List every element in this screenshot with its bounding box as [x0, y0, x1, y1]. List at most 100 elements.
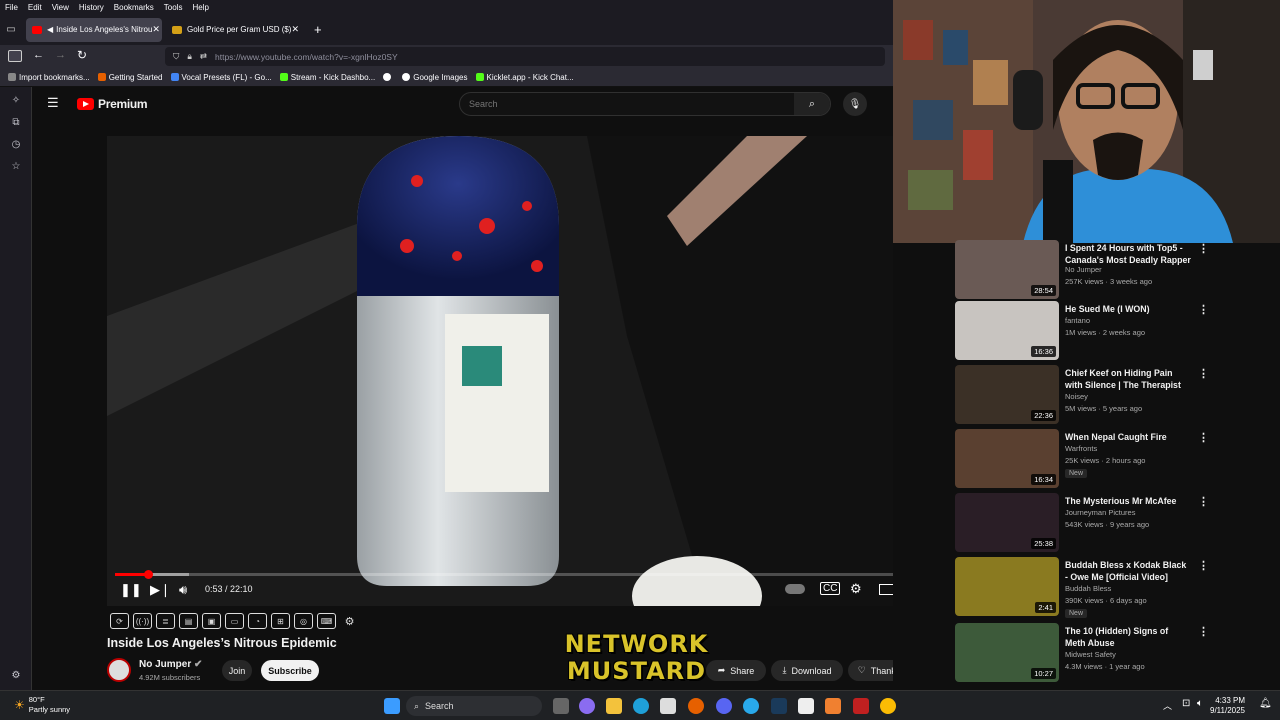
bookmark-google-images[interactable]: Google Images: [402, 73, 468, 82]
video-thumbnail[interactable]: 2:41: [955, 557, 1059, 616]
join-button[interactable]: Join: [222, 660, 252, 681]
url-text[interactable]: https://www.youtube.com/watch?v=-xgnlHoz…: [215, 52, 398, 62]
recommended-video[interactable]: 16:34 When Nepal Caught Fire Warfronts 2…: [955, 429, 1265, 493]
discord-icon[interactable]: [716, 698, 732, 714]
sidebar-toggle-icon[interactable]: [8, 50, 22, 62]
telegram-icon[interactable]: [743, 698, 759, 714]
rec-title[interactable]: He Sued Me (I WON): [1065, 303, 1191, 315]
recommended-video[interactable]: 28:54 I Spent 24 Hours with Top5 - Canad…: [955, 240, 1265, 304]
rec-channel[interactable]: Midwest Safety: [1065, 650, 1116, 659]
voice-search-button[interactable]: 🎙︎: [843, 92, 867, 116]
more-options-icon[interactable]: ⋮: [1198, 559, 1209, 572]
close-tab-icon[interactable]: ✕: [291, 24, 299, 35]
system-clock[interactable]: 4:33 PM 9/11/2025: [1210, 696, 1245, 716]
menu-view[interactable]: View: [47, 3, 74, 12]
more-options-icon[interactable]: ⋮: [1198, 495, 1209, 508]
recommended-video[interactable]: 2:41 Buddah Bless x Kodak Black - Owe Me…: [955, 557, 1265, 621]
more-options-icon[interactable]: ⋮: [1198, 431, 1209, 444]
network-icon[interactable]: ⊡: [1182, 698, 1190, 709]
rec-title[interactable]: The 10 (Hidden) Signs of Meth Abuse: [1065, 625, 1191, 649]
history-icon[interactable]: ◷: [10, 139, 22, 151]
rec-channel[interactable]: Journeyman Pictures: [1065, 508, 1135, 517]
taskbar-search[interactable]: ⌕ Search: [406, 696, 542, 716]
app-a-icon[interactable]: [825, 698, 841, 714]
recommended-video[interactable]: 10:27 The 10 (Hidden) Signs of Meth Abus…: [955, 623, 1265, 687]
youtube-logo[interactable]: Premium: [77, 97, 148, 111]
video-thumbnail[interactable]: 10:27: [955, 623, 1059, 682]
copilot-icon[interactable]: [579, 698, 595, 714]
rec-title[interactable]: Buddah Bless x Kodak Black - Owe Me [Off…: [1065, 559, 1191, 583]
tray-chevron-icon[interactable]: ︿: [1163, 699, 1172, 712]
url-bar[interactable]: ⛉ 🔒︎ ⇄ https://www.youtube.com/watch?v=-…: [165, 47, 885, 66]
search-button[interactable]: ⌕: [794, 93, 830, 115]
speaker-tray-icon[interactable]: 🔈︎: [1197, 698, 1203, 709]
video-thumbnail[interactable]: 16:36: [955, 301, 1059, 360]
progress-bar[interactable]: [115, 570, 932, 579]
back-icon[interactable]: ←: [33, 49, 44, 61]
firefox-taskbar-icon[interactable]: [688, 698, 704, 714]
video-thumbnail[interactable]: 25:38: [955, 493, 1059, 552]
speed-icon[interactable]: ◔: [248, 613, 267, 629]
menu-edit[interactable]: Edit: [23, 3, 47, 12]
video-thumbnail[interactable]: 28:54: [955, 240, 1059, 299]
hamburger-menu-icon[interactable]: ☰: [47, 95, 59, 111]
more-options-icon[interactable]: ⋮: [1198, 367, 1209, 380]
rec-channel[interactable]: Buddah Bless: [1065, 584, 1111, 593]
recommended-video[interactable]: 16:36 He Sued Me (I WON) fantano 1M view…: [955, 301, 1265, 365]
file-explorer-icon[interactable]: [606, 698, 622, 714]
lock-icon[interactable]: 🔒︎: [187, 51, 192, 62]
close-tab-icon[interactable]: ✕: [152, 24, 160, 35]
rec-title[interactable]: The Mysterious Mr McAfee: [1065, 495, 1191, 507]
speaker-icon[interactable]: ◀: [47, 25, 53, 34]
download-button[interactable]: ⤓ Download: [771, 660, 843, 681]
tab-gold-price[interactable]: Gold Price per Gram USD ($) ✕: [166, 18, 302, 42]
video-thumbnail[interactable]: 16:34: [955, 429, 1059, 488]
menu-help[interactable]: Help: [187, 3, 213, 12]
next-icon[interactable]: ▶❘: [150, 582, 171, 598]
rec-channel[interactable]: fantano: [1065, 316, 1090, 325]
bookmark-kicklet[interactable]: Kicklet.app - Kick Chat...: [475, 73, 574, 82]
menu-tools[interactable]: Tools: [159, 3, 188, 12]
shield-icon[interactable]: ⛉: [173, 51, 179, 62]
cinema-icon[interactable]: ▤: [179, 613, 198, 629]
chrome-icon[interactable]: [880, 698, 896, 714]
obs-icon[interactable]: [798, 698, 814, 714]
mini-player-icon[interactable]: ▣: [202, 613, 221, 629]
bookmark-import[interactable]: Import bookmarks...: [8, 73, 90, 82]
autoplay-toggle[interactable]: [785, 584, 805, 594]
store-icon[interactable]: [660, 698, 676, 714]
forward-icon[interactable]: →: [55, 49, 66, 61]
captions-icon[interactable]: CC: [820, 582, 841, 595]
search-input[interactable]: [460, 99, 794, 109]
windows-start-icon[interactable]: [384, 698, 400, 714]
settings-gear-icon[interactable]: ⚙: [10, 670, 22, 682]
recommended-video[interactable]: 22:36 Chief Keef on Hiding Pain with Sil…: [955, 365, 1265, 429]
loop-icon[interactable]: ⟳: [110, 613, 129, 629]
scrubber-handle[interactable]: [143, 570, 153, 579]
bookmarks-star-icon[interactable]: ☆: [10, 161, 22, 173]
rec-title[interactable]: Chief Keef on Hiding Pain with Silence |…: [1065, 367, 1191, 391]
subtitles-icon[interactable]: ▭: [225, 613, 244, 629]
reload-icon[interactable]: ↻: [77, 48, 87, 62]
frame-icon[interactable]: ⊞: [271, 613, 290, 629]
bookmark-kick-dashboard[interactable]: Stream - Kick Dashbo...: [279, 73, 375, 82]
bookmark-s[interactable]: [383, 73, 394, 81]
menu-file[interactable]: File: [0, 3, 23, 12]
more-options-icon[interactable]: ⋮: [1198, 625, 1209, 638]
notification-bell-icon[interactable]: 🔔︎: [1259, 698, 1272, 709]
new-tab-icon[interactable]: +: [314, 22, 322, 37]
screenshot-icon[interactable]: ◎: [294, 613, 313, 629]
bookmark-getting-started[interactable]: Getting Started: [97, 73, 163, 82]
channel-avatar[interactable]: [107, 658, 131, 682]
weather-widget[interactable]: ☀ 80°F Partly sunny: [14, 695, 70, 715]
pause-icon[interactable]: ❚❚: [120, 582, 142, 598]
rec-title[interactable]: When Nepal Caught Fire: [1065, 431, 1191, 443]
app-dzl-icon[interactable]: [853, 698, 869, 714]
bookmark-vocal-presets[interactable]: Vocal Presets (FL) - Go...: [170, 73, 272, 82]
task-view-icon[interactable]: [553, 698, 569, 714]
rec-channel[interactable]: No Jumper: [1065, 265, 1102, 274]
rec-channel[interactable]: Noisey: [1065, 392, 1088, 401]
more-options-icon[interactable]: ⋮: [1198, 242, 1209, 255]
video-player[interactable]: [107, 136, 940, 606]
extension-settings-icon[interactable]: ⚙: [340, 613, 359, 629]
